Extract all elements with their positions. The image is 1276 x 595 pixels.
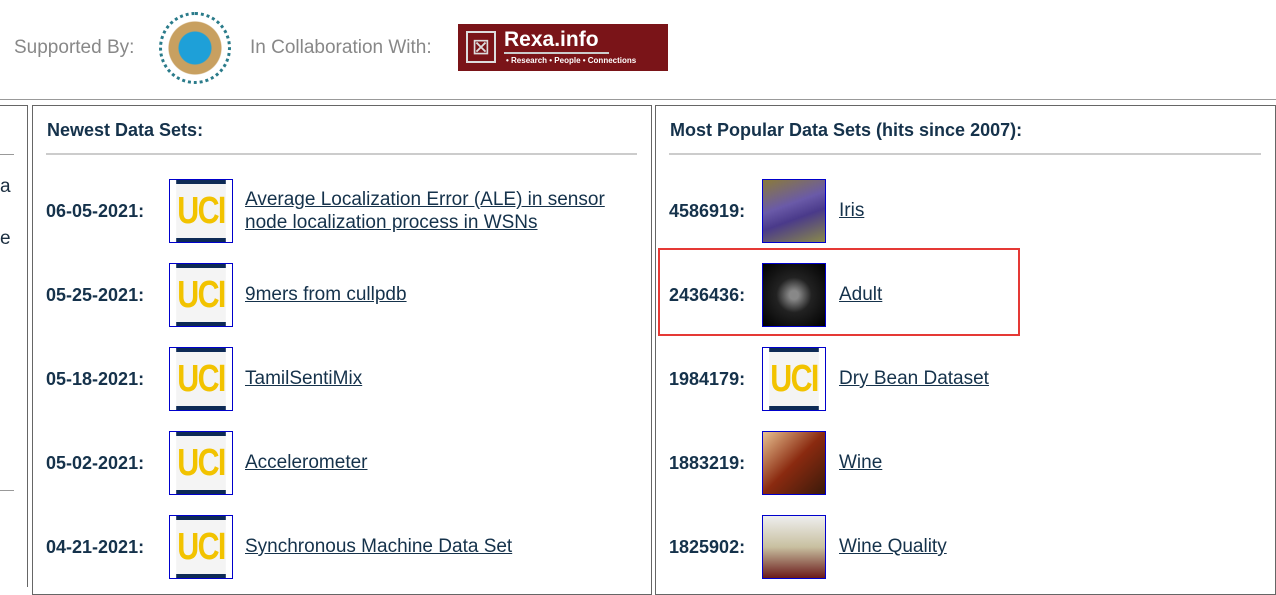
newest-datasets-panel: Newest Data Sets: 06-05-2021: UCI Average … (32, 105, 652, 595)
rexa-logo[interactable]: ⊠ Rexa.info • Research • People • Connec… (458, 24, 668, 71)
nsf-logo[interactable] (159, 12, 231, 84)
uci-logo: UCI (176, 516, 226, 578)
hits-label: 1825902: (669, 536, 746, 557)
dataset-thumbnail[interactable]: UCI (762, 347, 826, 411)
date-label: 05-02-2021: (46, 452, 145, 473)
sponsor-header: Supported By: In Collaboration With: ⊠ R… (0, 0, 1276, 100)
dataset-thumbnail[interactable] (762, 179, 826, 243)
dataset-row: 04-21-2021: (46, 516, 144, 578)
collaboration-label: In Collaboration With: (250, 37, 432, 58)
hits-label: 1984179: (669, 368, 746, 389)
dataset-row: 4586919: (669, 180, 745, 242)
dataset-link[interactable]: Synchronous Machine Data Set (245, 535, 512, 558)
dataset-link[interactable]: Dry Bean Dataset (839, 367, 989, 390)
highlight-box (658, 248, 1020, 336)
date-label: 06-05-2021: (46, 200, 145, 221)
dataset-link[interactable]: 9mers from cullpdb (245, 283, 407, 306)
dataset-thumbnail[interactable]: UCI (169, 179, 233, 243)
hits-label: 1883219: (669, 452, 746, 473)
date-label: 05-25-2021: (46, 284, 145, 305)
dataset-thumbnail[interactable] (762, 515, 826, 579)
dataset-row: 05-18-2021: (46, 348, 144, 410)
dataset-link[interactable]: TamilSentiMix (245, 367, 362, 390)
dataset-row: 06-05-2021: (46, 180, 144, 242)
date-label: 05-18-2021: (46, 368, 145, 389)
uci-logo: UCI (176, 264, 226, 326)
dataset-thumbnail[interactable] (762, 431, 826, 495)
dataset-thumbnail[interactable]: UCI (169, 263, 233, 327)
iris-photo (763, 180, 825, 242)
dataset-row: 05-02-2021: (46, 432, 144, 494)
dataset-thumbnail[interactable]: UCI (169, 347, 233, 411)
dataset-row: 1825902: (669, 516, 745, 578)
supported-by-label: Supported By: (14, 37, 135, 58)
dataset-row: 1883219: (669, 432, 745, 494)
dataset-thumbnail[interactable]: UCI (169, 431, 233, 495)
wine-photo (763, 432, 825, 494)
date-label: 04-21-2021: (46, 536, 145, 557)
dataset-link[interactable]: Iris (839, 199, 864, 222)
uci-logo: UCI (769, 348, 819, 410)
hits-label: 4586919: (669, 200, 746, 221)
dataset-row: 05-25-2021: (46, 264, 144, 326)
dataset-link[interactable]: Accelerometer (245, 451, 368, 474)
panel-title: Most Popular Data Sets (hits since 2007)… (670, 120, 1023, 140)
uci-logo: UCI (176, 348, 226, 410)
dataset-link[interactable]: Wine Quality (839, 535, 947, 558)
dataset-row: 1984179: (669, 348, 745, 410)
wine-glasses-photo (763, 516, 825, 578)
dataset-thumbnail[interactable]: UCI (169, 515, 233, 579)
popular-datasets-panel: Most Popular Data Sets (hits since 2007)… (655, 105, 1276, 595)
left-panel: a e (0, 105, 28, 587)
dataset-link[interactable]: Wine (839, 451, 882, 474)
panel-title: Newest Data Sets: (47, 120, 204, 140)
rexa-icon: ⊠ (466, 31, 496, 63)
uci-logo: UCI (176, 180, 226, 242)
dataset-link[interactable]: Average Localization Error (ALE) in sens… (245, 188, 605, 234)
uci-logo: UCI (176, 432, 226, 494)
